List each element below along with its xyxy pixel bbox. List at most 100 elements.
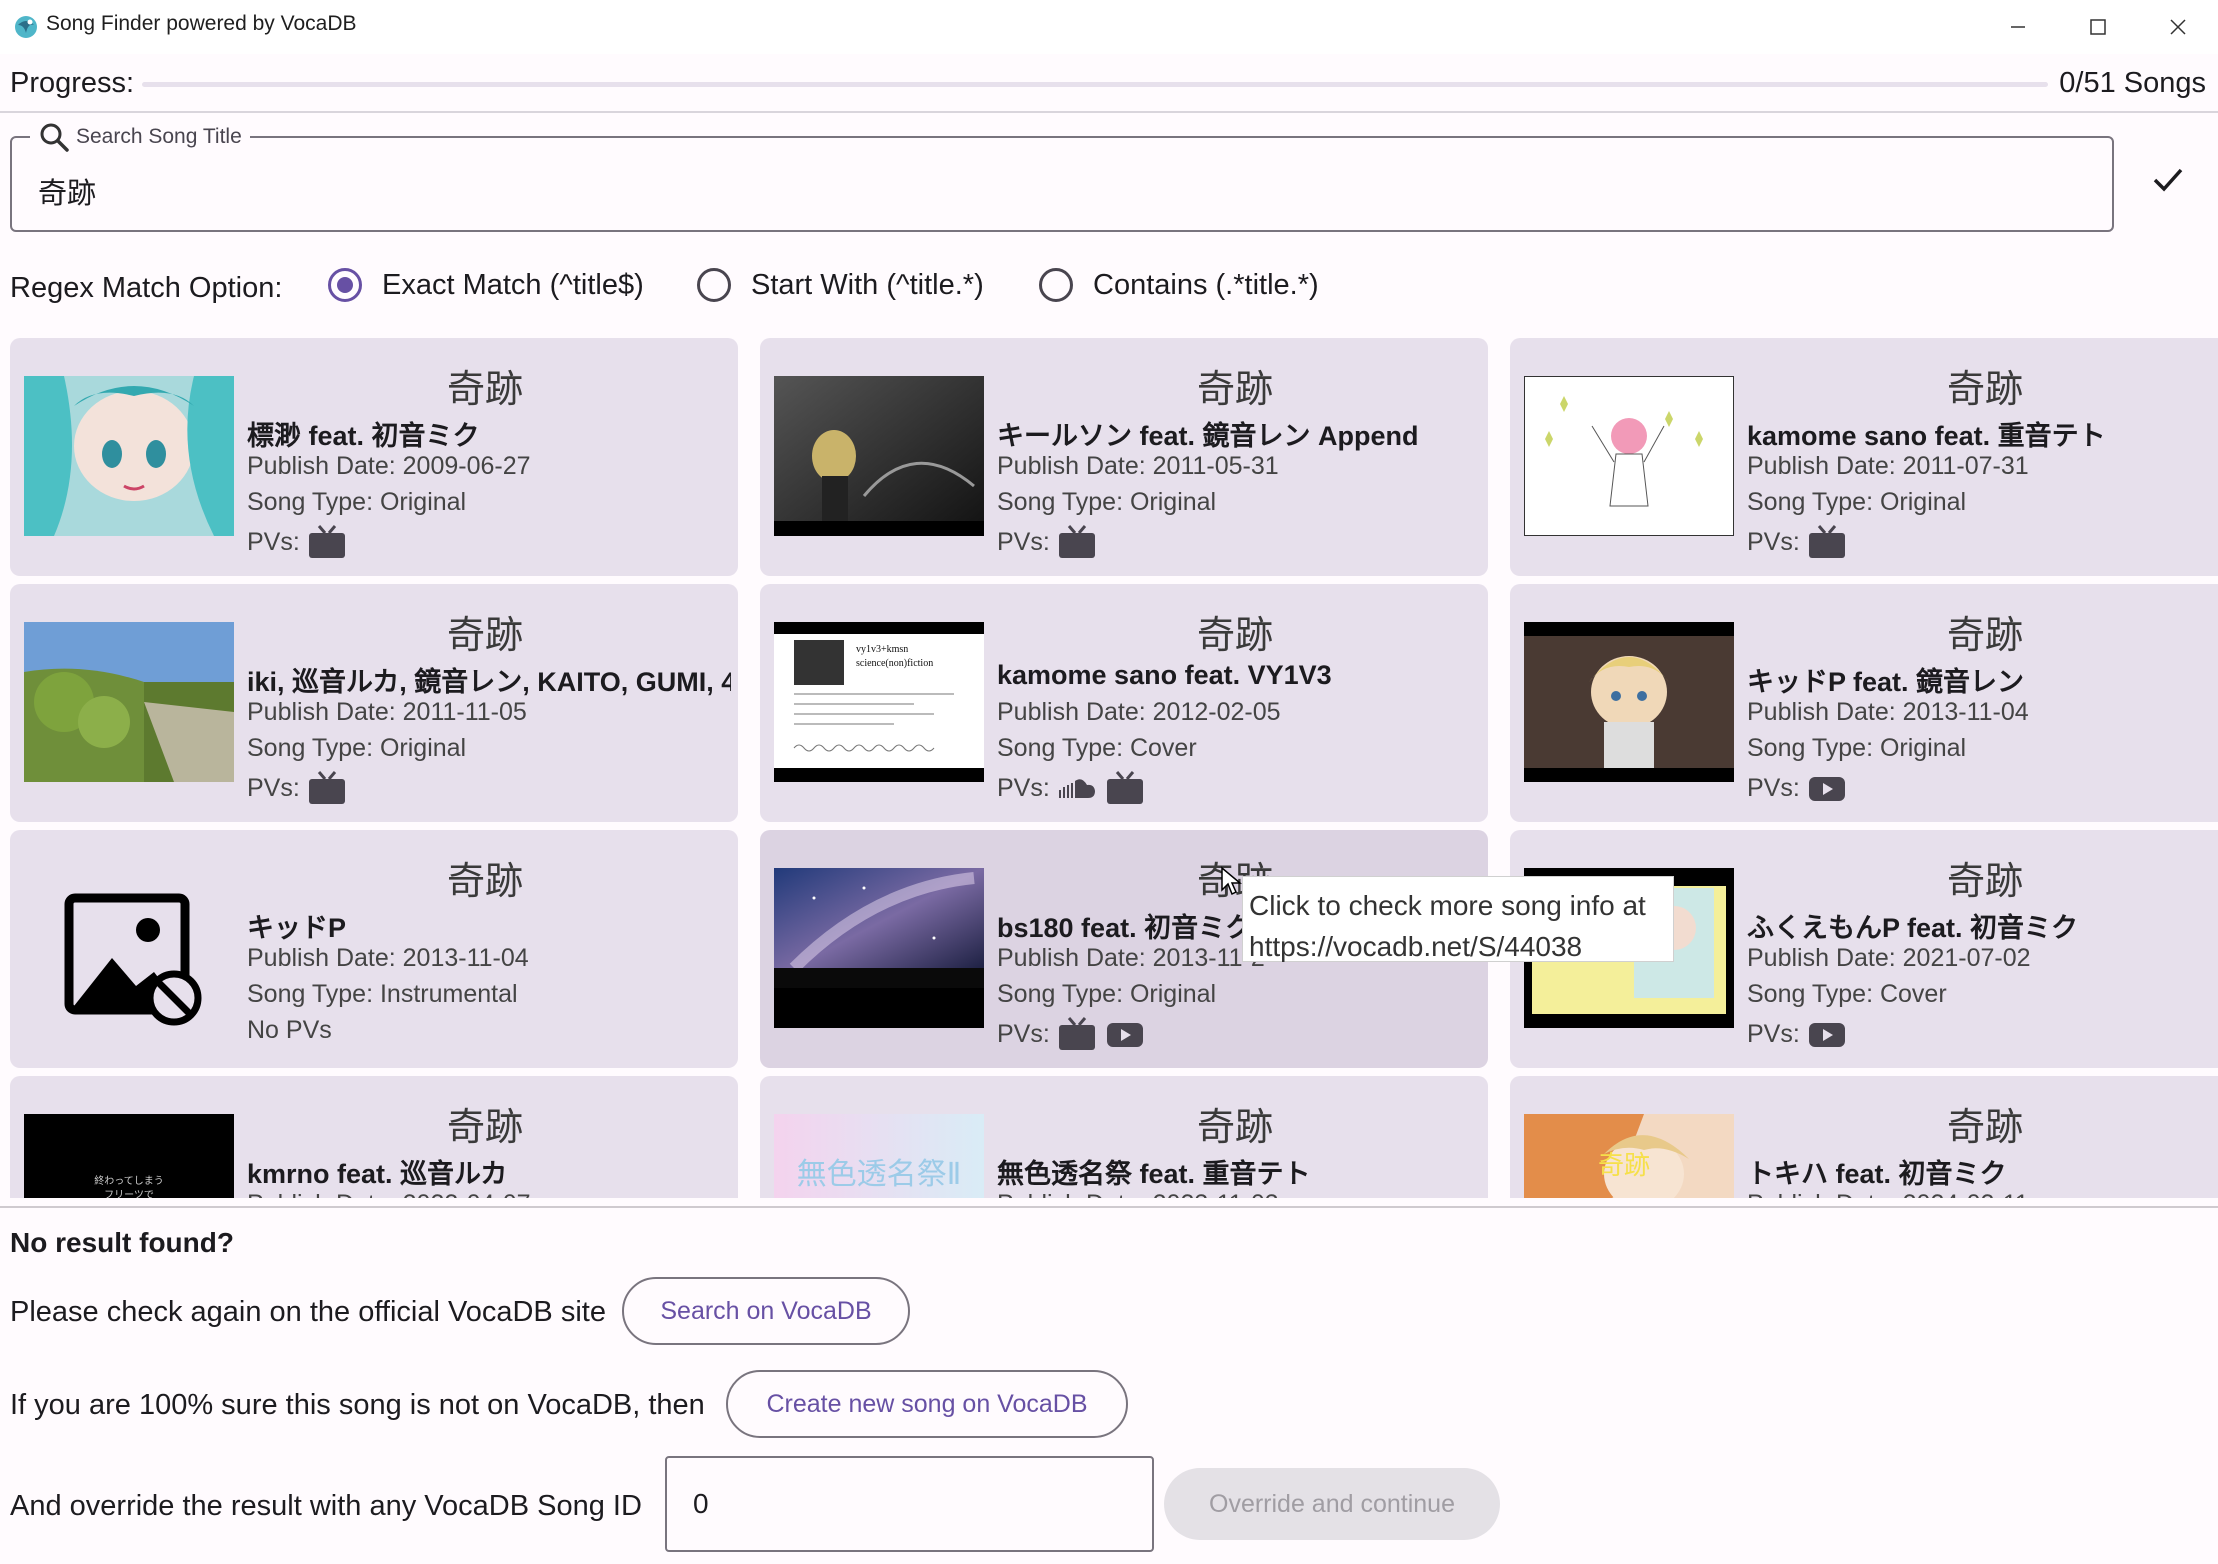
svg-text:science(non)fiction: science(non)fiction (856, 658, 933, 669)
song-artist: 無色透名祭 feat. 重音テト (997, 1159, 1311, 1189)
pvs-label: PVs: (997, 527, 1050, 556)
app-logo-icon (15, 16, 37, 38)
song-title: 奇跡 (1196, 1107, 1273, 1149)
song-thumbnail (24, 376, 234, 536)
pvs-label: PVs: (1747, 773, 1800, 802)
svg-text:無色透名祭Ⅱ: 無色透名祭Ⅱ (797, 1157, 962, 1192)
search-icon (40, 123, 69, 152)
svg-text:vy1v3+kmsn: vy1v3+kmsn (856, 644, 908, 655)
progress-count: 0/51 Songs (2059, 67, 2206, 99)
radio-contains[interactable]: Contains (.*title.*) (1039, 268, 1319, 302)
song-type: Song Type: Original (1747, 734, 1967, 762)
song-info-tooltip: Click to check more song info at https:/… (1242, 876, 1674, 962)
song-type: Song Type: Cover (1747, 980, 1947, 1008)
song-artist: キールソン feat. 鏡音レン Append (997, 421, 1419, 451)
tv-icon[interactable] (1104, 770, 1146, 806)
publish-date: Publish Date: 2011-07-31 (1747, 452, 2029, 480)
create-new-song-button[interactable]: Create new song on VocaDB (726, 1370, 1128, 1438)
song-result-card[interactable]: 奇跡 kamome sano feat. 重音テト Publish Date: 20… (1510, 338, 2218, 576)
youtube-icon[interactable] (1806, 770, 1848, 806)
maximize-icon (2090, 19, 2106, 35)
pvs-row: PVs: (997, 524, 1098, 560)
song-result-card[interactable]: 終わってしまうフリーツで 奇跡 kmrno feat. 巡音ルカPublish Da… (10, 1076, 738, 1198)
song-title: 奇跡 (1946, 1107, 2023, 1149)
override-text: And override the result with any VocaDB … (10, 1490, 642, 1522)
tv-icon[interactable] (1806, 524, 1848, 560)
pvs-row: PVs: (1747, 524, 1848, 560)
svg-text:フリーツで: フリーツで (104, 1190, 154, 1198)
song-type: Song Type: Instrumental (247, 980, 518, 1008)
song-type: Song Type: Original (997, 980, 1217, 1008)
pvs-row: PVs: (247, 770, 348, 806)
svg-text:終わってしまう: 終わってしまう (94, 1174, 164, 1187)
pvs-row: PVs: (997, 1016, 1146, 1052)
song-result-card[interactable]: 奇跡 キッドP Publish Date: 2013-11-04 Song Type:… (10, 830, 738, 1068)
song-result-card[interactable]: 奇跡 iki, 巡音ルカ, 鏡音レン, KAITO, GUMI, 4 Publish… (10, 584, 738, 822)
minimize-icon (2011, 26, 2025, 28)
no-result-heading: No result found? (10, 1227, 234, 1258)
publish-date: Publish Date: 2023-11-03 (997, 1190, 1279, 1198)
maximize-button[interactable] (2058, 0, 2138, 54)
radio-label: Contains (.*title.*) (1093, 268, 1319, 301)
check-again-text: Please check again on the official VocaD… (10, 1296, 606, 1328)
song-type: Song Type: Original (247, 488, 467, 516)
song-thumbnail: 無色透名祭Ⅱ (774, 1114, 984, 1198)
publish-date: Publish Date: 2013-11-04 (247, 944, 529, 972)
no-image-icon (24, 868, 234, 1028)
window-titlebar: Song Finder powered by VocaDB (0, 0, 2218, 54)
song-title: 奇跡 (1196, 615, 1273, 657)
song-title: 奇跡 (1946, 861, 2023, 903)
song-result-card[interactable]: 奇跡奇跡トキハ feat. 初音ミクPublish Date: 2024-02-… (1510, 1076, 2218, 1198)
search-input[interactable] (10, 136, 2114, 232)
pvs-row: PVs: (1747, 1016, 1848, 1052)
song-title: 奇跡 (446, 861, 523, 903)
song-thumbnail: 奇跡 (1524, 1114, 1734, 1198)
tv-icon[interactable] (1056, 524, 1098, 560)
song-type: Song Type: Original (1747, 488, 1967, 516)
publish-date: Publish Date: 2021-07-02 (1747, 944, 2031, 972)
minimize-button[interactable] (1978, 0, 2058, 54)
radio-exact-match[interactable]: Exact Match (^title$) (328, 268, 644, 302)
song-result-card[interactable]: 奇跡 標渺 feat. 初音ミク Publish Date: 2009-06-27 S… (10, 338, 738, 576)
soundcloud-icon[interactable] (1056, 770, 1098, 806)
radio-button[interactable] (697, 268, 731, 302)
publish-date: Publish Date: 2011-05-31 (997, 452, 1279, 480)
song-title: 奇跡 (1196, 369, 1273, 411)
song-artist: ふくえもんP feat. 初音ミク (1747, 913, 2079, 943)
close-button[interactable] (2138, 0, 2218, 54)
song-thumbnail (1524, 622, 1734, 782)
override-continue-button[interactable]: Override and continue (1164, 1468, 1500, 1540)
radio-start-with[interactable]: Start With (^title.*) (697, 268, 984, 302)
tv-icon[interactable] (306, 524, 348, 560)
song-id-input[interactable]: 0 (665, 1456, 1154, 1552)
pvs-label: PVs: (247, 773, 300, 802)
tv-icon[interactable] (306, 770, 348, 806)
search-on-vocadb-button[interactable]: Search on VocaDB (622, 1277, 910, 1345)
tv-icon[interactable] (1056, 1016, 1098, 1052)
song-thumbnail (1524, 376, 1734, 536)
radio-label: Exact Match (^title$) (382, 268, 644, 301)
song-result-card[interactable]: 奇跡キールソン feat. 鏡音レン Append Publish Date: 2… (760, 338, 1488, 576)
song-artist: kmrno feat. 巡音ルカ (247, 1159, 508, 1189)
tooltip-line-2: https://vocadb.net/S/44038 (1249, 931, 1583, 962)
pvs-label: PVs: (1747, 527, 1800, 556)
song-result-card[interactable]: 無色透名祭Ⅱ 奇跡無色透名祭 feat. 重音テトPublish Date: 20… (760, 1076, 1488, 1198)
window-title: Song Finder powered by VocaDB (46, 12, 357, 35)
search-input-value[interactable]: 奇跡 (38, 170, 96, 212)
radio-label: Start With (^title.*) (751, 268, 984, 301)
youtube-icon[interactable] (1104, 1016, 1146, 1052)
publish-date: Publish Date: 2012-02-05 (997, 698, 1281, 726)
publish-date: Publish Date: 2013-11-04 (1747, 698, 2029, 726)
radio-button[interactable] (1039, 268, 1073, 302)
tooltip-line-1: Click to check more song info at (1249, 890, 1646, 921)
song-result-card[interactable]: 奇跡 キッドP feat. 鏡音レン Publish Date: 2013-11-0… (1510, 584, 2218, 822)
youtube-icon[interactable] (1806, 1016, 1848, 1052)
create-song-text: If you are 100% sure this song is not on… (10, 1389, 705, 1421)
radio-button-selected[interactable] (328, 268, 362, 302)
publish-date: Publish Date: 2011-11-05 (247, 698, 527, 726)
confirm-search-button[interactable] (2142, 153, 2194, 205)
song-thumbnail (774, 868, 984, 1028)
song-result-card[interactable]: vy1v3+kmsn science(non)fiction 奇跡 kamome sa… (760, 584, 1488, 822)
header-divider (0, 111, 2218, 113)
publish-date: Publish Date: 2024-02-11 (1747, 1190, 2029, 1198)
